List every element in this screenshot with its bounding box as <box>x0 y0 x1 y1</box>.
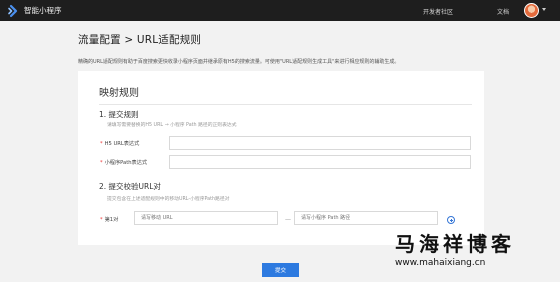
add-pair-icon[interactable] <box>447 216 455 224</box>
watermark-url: www.mahaixiang.cn <box>395 258 486 268</box>
avatar[interactable] <box>524 3 539 18</box>
step2-desc: 提交包含在上述适配规则中的移动URL-小程序Path路径对 <box>107 197 230 202</box>
chevron-down-icon[interactable] <box>542 8 546 11</box>
nav-developer-community[interactable]: 开发者社区 <box>423 7 453 16</box>
pair-separator: — <box>285 216 291 223</box>
required-mark: * <box>100 160 103 166</box>
h5-url-label: * H5 URL表达式 <box>100 141 140 147</box>
nav-docs[interactable]: 文档 <box>497 7 509 16</box>
mobile-url-input[interactable] <box>134 211 278 225</box>
mapping-rules-card: 映射规则 1. 提交规则 请填写需要替换的H5 URL → 小程序 Path 路… <box>78 71 484 245</box>
mini-path-pair-input[interactable] <box>294 211 438 225</box>
brand-logo[interactable]: 智能小程序 <box>6 4 62 18</box>
divider <box>99 104 472 105</box>
top-bar: 智能小程序 开发者社区 文档 <box>0 0 560 21</box>
mini-path-label: * 小程序Path表达式 <box>100 160 148 166</box>
pair-label: * 第1对 <box>100 217 119 223</box>
page-title: 流量配置 > URL适配规则 <box>78 34 202 46</box>
step2-title: 2. 提交校验URL对 <box>99 182 161 191</box>
mini-path-input[interactable] <box>169 155 471 169</box>
step1-title: 1. 提交规则 <box>99 110 139 119</box>
page-intro: 精确的URL适配规则有助于百度搜索更快收录小程序页面并继承原有H5的搜索流量。可… <box>78 59 400 65</box>
watermark-title: 马海祥博客 <box>395 232 515 256</box>
required-mark: * <box>100 217 103 223</box>
h5-url-input[interactable] <box>169 136 471 150</box>
brand-name: 智能小程序 <box>24 6 62 15</box>
required-mark: * <box>100 141 103 147</box>
card-title: 映射规则 <box>99 88 139 99</box>
submit-button[interactable]: 提交 <box>262 263 299 277</box>
watermark: 马海祥博客 www.mahaixiang.cn <box>395 228 560 268</box>
step1-desc: 请填写需要替换的H5 URL → 小程序 Path 路径的正则表达式 <box>107 123 237 128</box>
logo-icon <box>8 4 18 17</box>
